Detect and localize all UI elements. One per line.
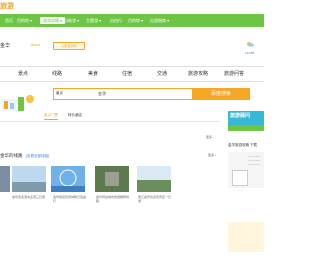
nav-item-self-tour[interactable]: 自助游 ▾ — [64, 17, 79, 24]
tab-routes[interactable]: 线路 — [52, 70, 62, 77]
search-category-select[interactable]: 景点 — [56, 91, 63, 96]
sidebar-title: 金华旅游攻略 下载 — [228, 143, 257, 147]
route-photo[interactable] — [95, 166, 129, 192]
section-title: 金华的线路 — [0, 153, 23, 158]
tab-lodging[interactable]: 住宿 — [122, 70, 132, 77]
category-tabs: 景点 线路 美食 住宿 交通 旅游攻略 旅游问答 — [0, 66, 264, 82]
tab-qa[interactable]: 旅游问答 — [224, 70, 244, 77]
city-subtitle: Jinhua — [30, 43, 41, 47]
tab-food[interactable]: 美食 — [88, 70, 98, 77]
sidebar-promo[interactable] — [228, 222, 264, 252]
nav-item-home[interactable]: 首页 — [5, 17, 13, 24]
tab-hotels[interactable]: 特价酒店 — [68, 113, 82, 118]
search-input[interactable]: 金华 — [98, 91, 106, 97]
route-photo[interactable] — [12, 166, 46, 192]
advert-text: 旅游顾问 — [230, 113, 251, 119]
weather-icon — [247, 42, 254, 47]
route-photo[interactable] — [51, 166, 85, 192]
tab-attractions[interactable]: 景点 — [18, 70, 28, 77]
search-button[interactable]: 百度搜索 — [192, 88, 250, 100]
tab-guides[interactable]: 旅游攻略 — [188, 70, 208, 77]
nav-item-dest2[interactable]: 目的地 ▾ — [128, 17, 143, 24]
tab-tickets[interactable]: 景点门票 — [44, 113, 58, 120]
nav-item-free[interactable]: 自由行 — [110, 17, 122, 24]
site-logo[interactable]: 旅游 — [0, 2, 20, 11]
top-bar — [0, 0, 264, 13]
qr-code-icon — [232, 170, 248, 186]
route-caption[interactable]: 浙江金华双龙风景区一日游 — [138, 195, 172, 203]
nav-item-guides[interactable]: 旅游攻略 ▾ — [40, 17, 66, 24]
switch-destination-button[interactable]: 切换目的地 — [53, 42, 85, 50]
route-caption[interactable]: 金华横店影视城两日自由行 — [53, 195, 87, 203]
weather-temp: 14/0℃ — [245, 51, 255, 55]
route-caption[interactable]: 金华周边城市旅游推荐线路 — [96, 195, 130, 203]
route-photo[interactable] — [0, 166, 10, 192]
more-link[interactable]: 更多 › — [206, 135, 214, 139]
more-link-routes[interactable]: 更多 › — [208, 153, 216, 157]
route-photo[interactable] — [137, 166, 171, 192]
nav-item-destination[interactable]: 目的地 ▾ — [17, 17, 32, 24]
nav-item-theme[interactable]: 主题游 ▾ — [86, 17, 101, 24]
route-caption[interactable]: 金华双龙洞冰壶洞三日游 — [12, 195, 46, 199]
tab-transport[interactable]: 交通 — [157, 70, 167, 77]
city-name: 金华 — [0, 43, 11, 49]
ticket-hotel-tabs: 景点门票 特价酒店 — [0, 111, 220, 122]
main-nav: 首页 目的地 ▾ 旅游攻略 ▾ 自助游 ▾ 主题游 ▾ 自由行 目的地 ▾ 出游… — [0, 14, 264, 27]
nav-item-tips[interactable]: 出游指南 ▾ — [150, 17, 169, 24]
view-all-routes-link[interactable]: [查看全部线路] — [26, 154, 49, 159]
